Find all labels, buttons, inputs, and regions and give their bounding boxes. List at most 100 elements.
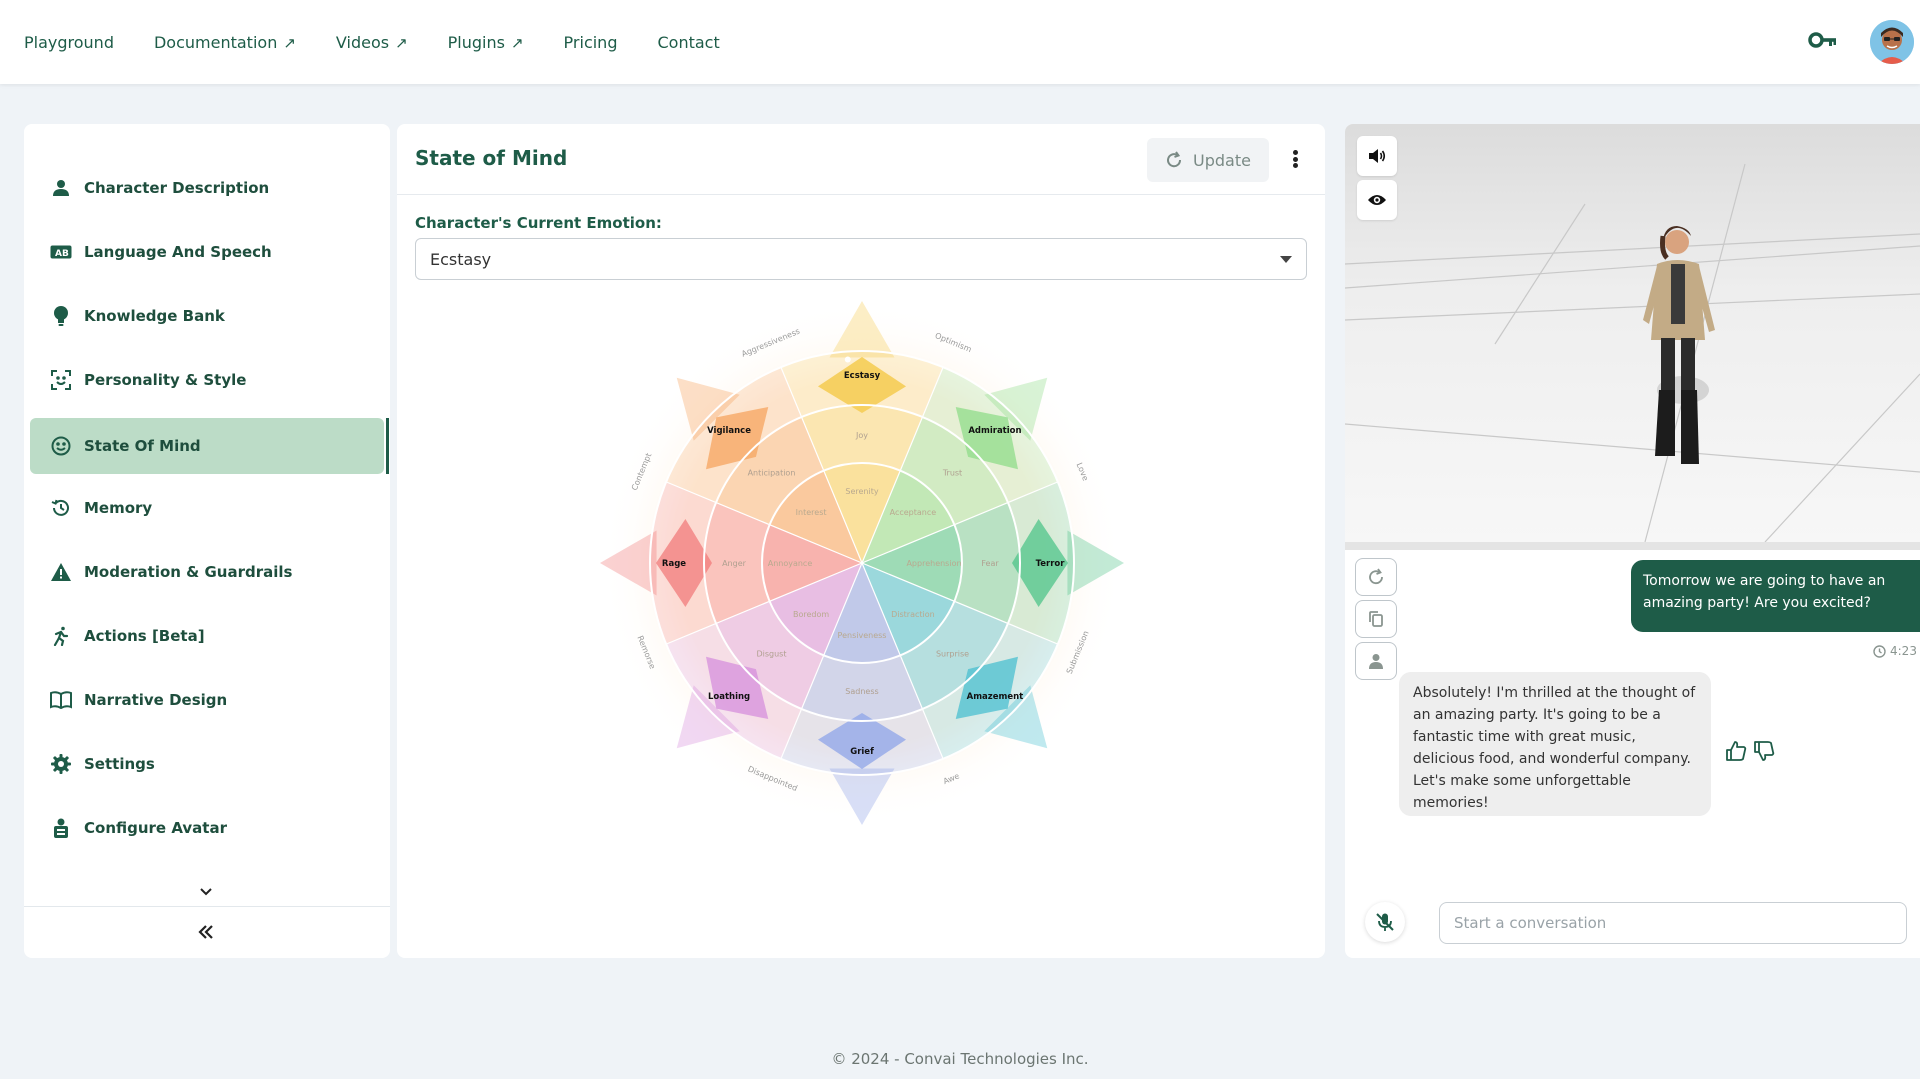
sidebar-item-settings[interactable]: Settings [30, 736, 384, 792]
sidebar-item-label: Moderation & Guardrails [84, 563, 293, 581]
divider [1345, 542, 1920, 550]
wheel-label-fear-mid: Fear [981, 559, 999, 568]
avatar-viewport[interactable] [1345, 124, 1920, 542]
emotion-select-value: Ecstasy [430, 249, 492, 269]
external-link-icon: ↗ [395, 33, 408, 52]
wheel-label-sadness-mid: Sadness [845, 687, 878, 696]
wheel-label-anger-mid: Anger [722, 559, 747, 568]
user-message: Tomorrow we are going to have an amazing… [1631, 560, 1920, 632]
sidebar-item-configure-avatar[interactable]: Configure Avatar [30, 800, 384, 856]
wheel-label-anticipation-mild: Interest [796, 508, 827, 517]
microphone-button[interactable] [1365, 902, 1405, 942]
sidebar-item-label: Settings [84, 755, 155, 773]
sidebar-item-label: Language And Speech [84, 243, 272, 261]
page-title: State of Mind [415, 146, 568, 170]
language-icon: AB [50, 241, 72, 263]
wheel-label-disgust-mild: Boredom [793, 610, 829, 619]
emotion-select[interactable]: Ecstasy [415, 238, 1307, 280]
running-icon [50, 625, 72, 647]
update-button[interactable]: Update [1147, 138, 1269, 182]
sidebar-item-actions-beta[interactable]: Actions [Beta] [30, 608, 384, 664]
sidebar-item-memory[interactable]: Memory [30, 480, 384, 536]
wheel-label-anger-strong: Rage [662, 559, 686, 569]
user-profile-button[interactable] [1355, 642, 1397, 680]
copy-icon [1369, 611, 1383, 627]
divider [24, 906, 390, 907]
sidebar-item-state-of-mind[interactable]: State Of Mind [30, 418, 384, 474]
nav-link-documentation[interactable]: Documentation ↗ [154, 33, 296, 52]
wheel-label-trust-mid: Trust [942, 468, 962, 477]
nav-link-playground[interactable]: Playground [24, 33, 114, 52]
sidebar-item-label: Knowledge Bank [84, 307, 225, 325]
sidebar-item-language-and-speech[interactable]: AB Language And Speech [30, 224, 384, 280]
avatar-character [1643, 226, 1715, 464]
book-icon [50, 689, 72, 711]
nav-links: Playground Documentation ↗ Videos ↗ Plugin… [24, 0, 720, 84]
sidebar-item-character-description[interactable]: Character Description [30, 160, 384, 216]
wheel-label-trust-mild: Acceptance [890, 508, 937, 517]
chevron-down-icon[interactable] [196, 884, 216, 900]
wheel-label-sadness-strong: Grief [850, 747, 874, 757]
divider [397, 194, 1325, 195]
nav-link-plugins[interactable]: Plugins ↗ [448, 33, 524, 52]
update-label: Update [1193, 150, 1251, 170]
wheel-label-fear-strong: Terror [1036, 559, 1066, 569]
sidebar: Character Description AB Language And Sp… [24, 124, 390, 958]
wheel-label-fear-mild: Apprehension [906, 559, 961, 568]
sidebar-item-label: State Of Mind [84, 437, 201, 455]
user-avatar[interactable] [1870, 20, 1914, 64]
thumbs-up-icon[interactable] [1725, 740, 1747, 762]
avatar-config-icon [50, 817, 72, 839]
mic-off-icon [1376, 913, 1394, 931]
reset-chat-button[interactable] [1355, 558, 1397, 596]
top-navbar: Playground Documentation ↗ Videos ↗ Plugin… [0, 0, 1920, 84]
audio-toggle-button[interactable] [1357, 136, 1397, 176]
warning-icon [50, 561, 72, 583]
sidebar-item-narrative-design[interactable]: Narrative Design [30, 672, 384, 728]
speaker-icon [1369, 149, 1386, 163]
wheel-label-surprise-strong: Amazement [967, 692, 1024, 702]
chat-input[interactable] [1439, 902, 1907, 944]
active-indicator [386, 418, 389, 474]
wheel-label-anger-mild: Annoyance [768, 559, 813, 568]
mood-icon [50, 435, 72, 457]
footer-copyright: © 2024 - Convai Technologies Inc. [831, 1050, 1089, 1068]
sidebar-item-label: Memory [84, 499, 153, 517]
collapse-sidebar-icon[interactable] [194, 920, 218, 944]
svg-text:B: B [62, 249, 69, 259]
gear-icon [50, 753, 72, 775]
sidebar-item-label: Personality & Style [84, 371, 247, 389]
key-icon[interactable] [1808, 28, 1838, 52]
wheel-label-surprise-mid: Surprise [936, 650, 969, 659]
lightbulb-icon [50, 305, 72, 327]
external-link-icon: ↗ [283, 33, 296, 52]
dropdown-caret-icon [1280, 256, 1292, 263]
wheel-selected-marker [844, 356, 851, 363]
wheel-label-surprise-mild: Distraction [891, 610, 935, 619]
state-of-mind-panel: State of Mind Update Character's Current… [397, 124, 1325, 958]
wheel-label-trust-strong: Admiration [968, 426, 1021, 436]
wheel-label-anticipation-strong: Vigilance [707, 426, 751, 436]
wheel-label-anticipation-mid: Anticipation [748, 468, 796, 477]
person-icon [50, 177, 72, 199]
face-scan-icon [50, 369, 72, 391]
visibility-toggle-button[interactable] [1357, 180, 1397, 220]
bot-message: Absolutely! I'm thrilled at the thought … [1399, 672, 1711, 816]
sidebar-item-personality-and-style[interactable]: Personality & Style [30, 352, 384, 408]
sidebar-item-knowledge-bank[interactable]: Knowledge Bank [30, 288, 384, 344]
emotion-wheel[interactable]: Serenity Joy Ecstasy Acceptance Trust Admirat… [597, 298, 1127, 828]
more-options-icon[interactable] [1287, 146, 1303, 172]
eye-icon [1368, 195, 1386, 205]
wheel-label-joy-strong: Ecstasy [844, 371, 881, 381]
sidebar-item-moderation-and-guardrails[interactable]: Moderation & Guardrails [30, 544, 384, 600]
message-timestamp: 4:23 [1873, 644, 1917, 658]
sidebar-item-label: Narrative Design [84, 691, 228, 709]
wheel-label-joy-mild: Serenity [845, 487, 878, 496]
nav-link-contact[interactable]: Contact [657, 33, 719, 52]
sidebar-item-label: Configure Avatar [84, 819, 227, 837]
copy-chat-button[interactable] [1355, 600, 1397, 638]
thumbs-down-icon[interactable] [1753, 740, 1775, 762]
nav-link-pricing[interactable]: Pricing [564, 33, 618, 52]
nav-link-videos[interactable]: Videos ↗ [336, 33, 408, 52]
refresh-icon [1369, 568, 1383, 585]
